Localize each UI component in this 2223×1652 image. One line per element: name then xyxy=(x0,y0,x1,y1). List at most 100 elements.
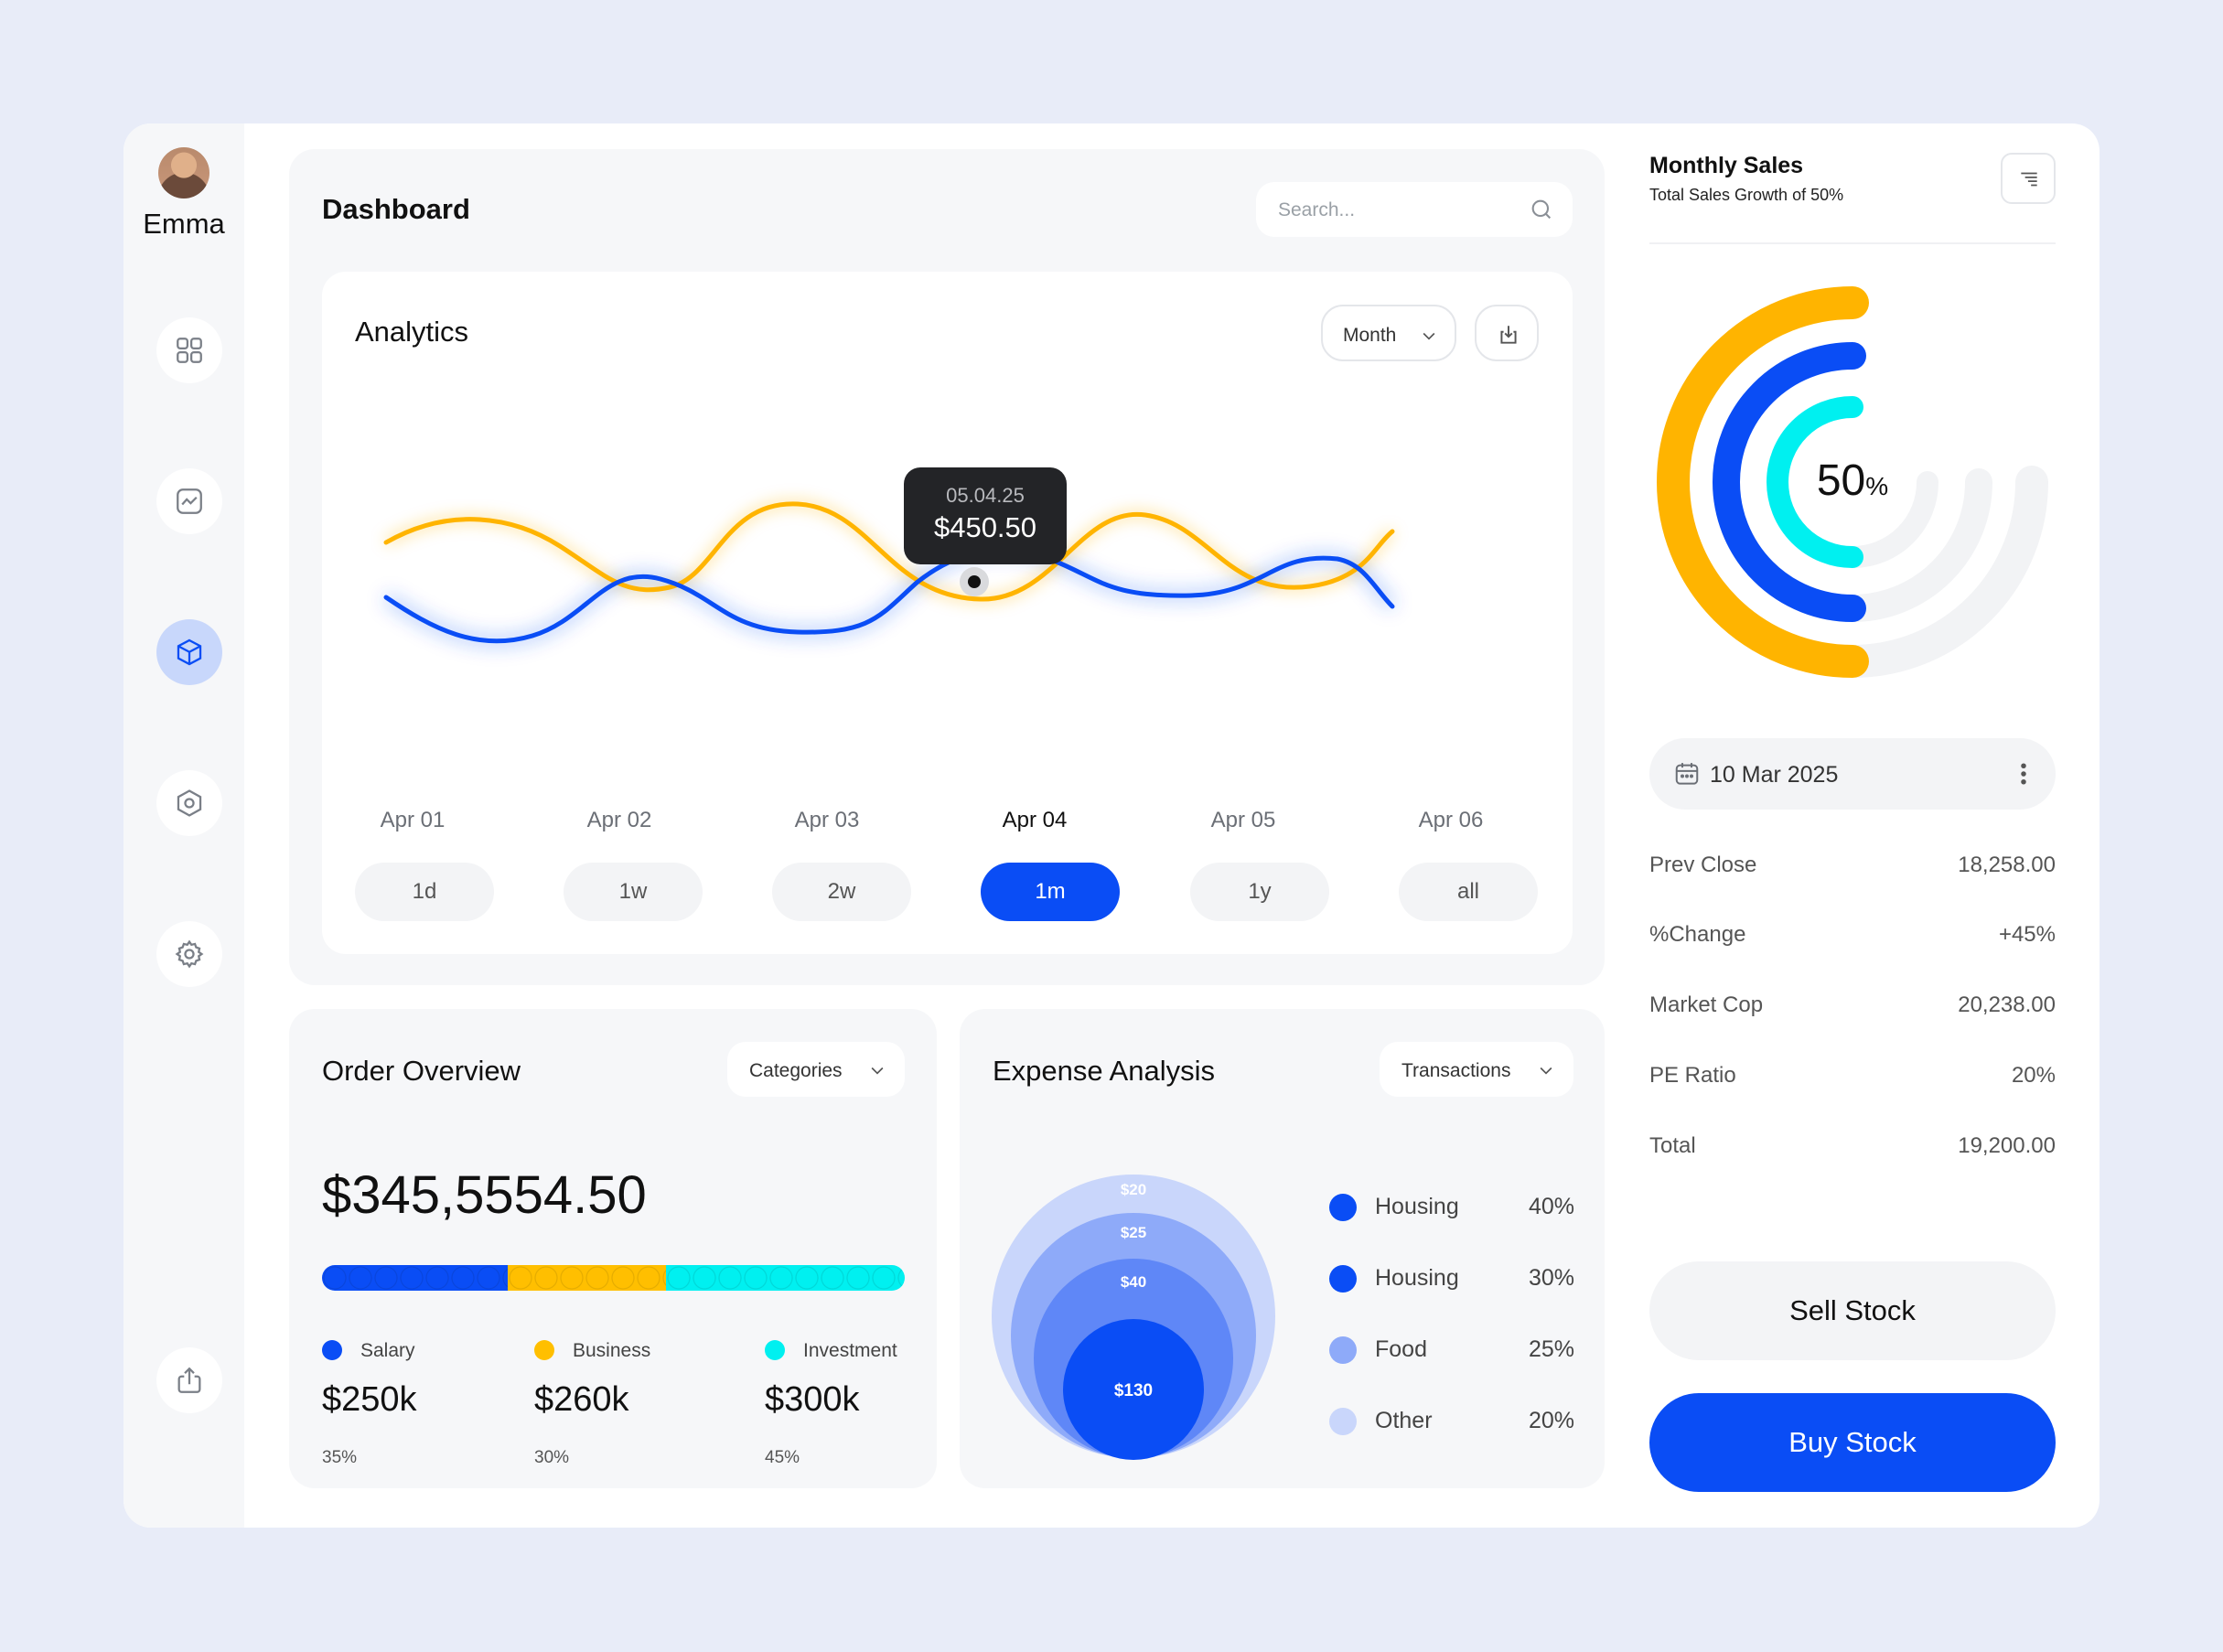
highlight-point[interactable] xyxy=(968,575,981,588)
nav-settings[interactable] xyxy=(156,921,222,987)
user-name: Emma xyxy=(143,208,225,240)
nav-products[interactable] xyxy=(156,619,222,685)
chevron-down-icon xyxy=(871,1067,884,1075)
stat-row: Prev Close 18,258.00 xyxy=(1649,853,2056,885)
cube-icon xyxy=(177,638,202,666)
buy-stock-button[interactable]: Buy Stock xyxy=(1649,1393,2056,1492)
progress-segment-salary xyxy=(322,1265,508,1291)
x-label: Apr 03 xyxy=(794,808,860,832)
bubble-label-40: $40 xyxy=(1121,1273,1146,1291)
x-label-active: Apr 04 xyxy=(1002,808,1068,832)
divider xyxy=(1649,242,2056,244)
app-window: Emma Dashboard Search... Analytics Month… xyxy=(124,123,2100,1528)
tooltip-value: $450.50 xyxy=(933,511,1037,543)
range-1y-button[interactable]: 1y xyxy=(1190,863,1329,921)
nav-analytics[interactable] xyxy=(156,468,222,534)
analytics-line-chart xyxy=(382,499,1397,647)
legend-percent: 40% xyxy=(1528,1194,1574,1219)
business-amount: $260k xyxy=(534,1380,629,1419)
business-label: Business xyxy=(573,1340,651,1361)
avatar[interactable] xyxy=(158,147,209,198)
x-label: Apr 01 xyxy=(380,808,446,832)
investment-percent: 45% xyxy=(765,1448,800,1467)
tooltip-date: 05.04.25 xyxy=(946,484,1025,507)
menu-button[interactable] xyxy=(2001,153,2056,204)
legend-dot xyxy=(1329,1194,1357,1221)
period-dropdown[interactable]: Month xyxy=(1321,305,1456,361)
order-total: $345,5554.50 xyxy=(322,1165,647,1225)
more-vertical-icon[interactable] xyxy=(2019,760,2028,788)
bubble-label-25: $25 xyxy=(1121,1224,1146,1241)
transactions-dropdown-label: Transactions xyxy=(1401,1060,1511,1081)
stat-value: 19,200.00 xyxy=(1958,1133,2056,1158)
analytics-card: Analytics Month 05.04.25 $450.50 Apr 01 … xyxy=(322,272,1573,954)
stat-row: Market Cop 20,238.00 xyxy=(1649,992,2056,1025)
selected-date: 10 Mar 2025 xyxy=(1710,762,1839,788)
settings-icon xyxy=(175,939,204,969)
order-progress-bar xyxy=(322,1265,905,1291)
stat-label: Prev Close xyxy=(1649,853,1757,877)
chevron-down-icon xyxy=(1423,332,1435,340)
expense-legend-item: Housing 30% xyxy=(1329,1260,1574,1293)
grid-icon xyxy=(177,338,202,363)
page-title: Dashboard xyxy=(322,193,470,225)
legend-dot xyxy=(1329,1336,1357,1364)
sidebar: Emma xyxy=(124,123,244,1528)
nav-components[interactable] xyxy=(156,770,222,836)
transactions-dropdown[interactable]: Transactions xyxy=(1380,1042,1573,1097)
progress-segment-business xyxy=(507,1265,667,1291)
chart-tooltip: 05.04.25 $450.50 xyxy=(904,467,1067,564)
analytics-title: Analytics xyxy=(355,316,469,348)
hexagon-icon xyxy=(177,789,202,817)
salary-label: Salary xyxy=(360,1340,415,1361)
search-box[interactable]: Search... xyxy=(1256,182,1573,237)
stat-value: 20% xyxy=(2011,1063,2056,1088)
download-button[interactable] xyxy=(1475,305,1539,361)
stat-label: Market Cop xyxy=(1649,992,1764,1017)
x-axis-labels: Apr 01 Apr 02 Apr 03 Apr 04 Apr 05 Apr 0… xyxy=(322,808,1573,844)
ring-center-value: 50 xyxy=(1817,456,1865,505)
menu-icon xyxy=(2021,172,2037,187)
bubble-label-130: $130 xyxy=(1114,1381,1153,1400)
legend-dot xyxy=(1329,1265,1357,1293)
business-percent: 30% xyxy=(534,1448,570,1467)
expense-legend-item: Food 25% xyxy=(1329,1331,1574,1364)
investment-label: Investment xyxy=(803,1340,897,1361)
legend-percent: 25% xyxy=(1528,1336,1574,1362)
sell-stock-button[interactable]: Sell Stock xyxy=(1649,1261,2056,1360)
range-1m-button[interactable]: 1m xyxy=(981,863,1120,921)
x-label: Apr 05 xyxy=(1210,808,1276,832)
stat-row: %Change +45% xyxy=(1649,922,2056,955)
expense-analysis-card: $20 $25 $40 $130 Expense Analysis Transa… xyxy=(960,1009,1605,1488)
investment-dot xyxy=(765,1340,785,1360)
range-all-button[interactable]: all xyxy=(1399,863,1538,921)
expense-legend-item: Housing 40% xyxy=(1329,1188,1574,1221)
range-1w-button[interactable]: 1w xyxy=(564,863,703,921)
dashboard-panel: Dashboard Search... Analytics Month 05.0… xyxy=(289,149,1605,985)
period-dropdown-label: Month xyxy=(1343,325,1397,346)
legend-percent: 20% xyxy=(1528,1408,1574,1433)
sales-ring-chart: 50% xyxy=(1657,286,2048,678)
range-1d-button[interactable]: 1d xyxy=(355,863,494,921)
salary-amount: $250k xyxy=(322,1380,417,1419)
nav-share[interactable] xyxy=(156,1347,222,1413)
range-2w-button[interactable]: 2w xyxy=(772,863,911,921)
monthly-sales-panel: Monthly Sales Total Sales Growth of 50% … xyxy=(1649,123,2070,1528)
legend-label: Other xyxy=(1375,1408,1433,1433)
categories-dropdown[interactable]: Categories xyxy=(727,1042,905,1097)
stat-label: PE Ratio xyxy=(1649,1063,1736,1088)
order-overview-card: Order Overview Categories $345,5554.50 S… xyxy=(289,1009,937,1488)
progress-segment-investment xyxy=(666,1265,905,1291)
chevron-down-icon xyxy=(1540,1067,1552,1075)
nav-dashboard[interactable] xyxy=(156,317,222,383)
date-selector[interactable]: 10 Mar 2025 xyxy=(1649,738,2056,810)
salary-percent: 35% xyxy=(322,1448,358,1467)
ring-center-label: 50% xyxy=(1817,456,1888,505)
business-dot xyxy=(534,1340,554,1360)
stat-value: +45% xyxy=(1998,922,2056,947)
search-icon[interactable] xyxy=(1529,197,1554,222)
categories-dropdown-label: Categories xyxy=(749,1060,843,1081)
salary-dot xyxy=(322,1340,342,1360)
stat-row: Total 19,200.00 xyxy=(1649,1133,2056,1166)
search-input[interactable]: Search... xyxy=(1278,199,1355,221)
